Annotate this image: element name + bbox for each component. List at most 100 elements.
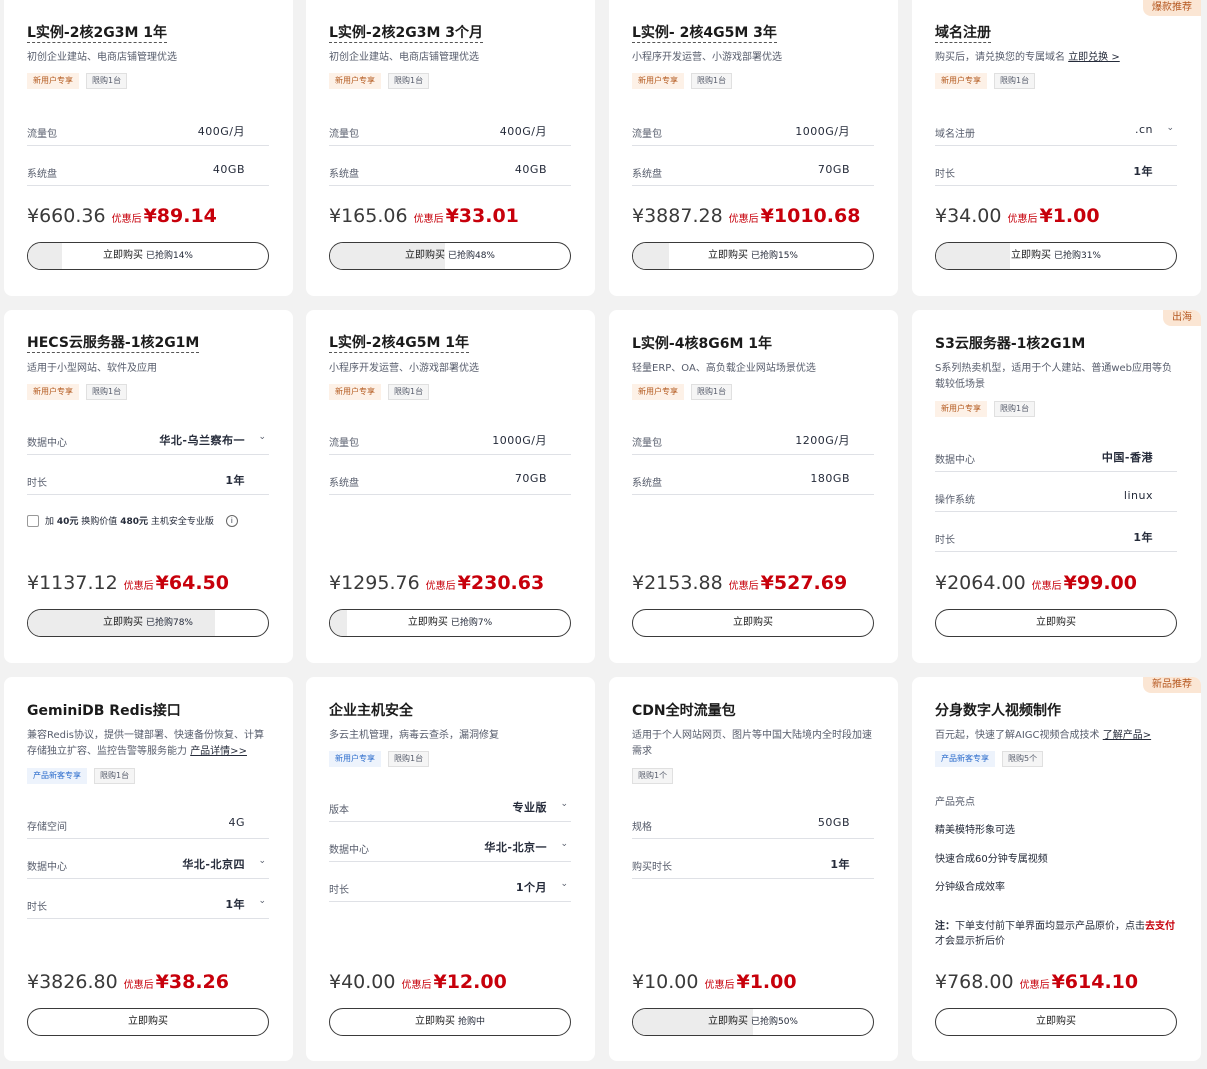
spec-row: 流量包 1000G/月 (632, 123, 874, 146)
card-title[interactable]: S3云服务器-1核2G1M (935, 334, 1085, 354)
product-detail-link[interactable]: 产品详情>> (190, 746, 247, 757)
buy-now-button[interactable]: 立即购买 已抢购31% (935, 242, 1177, 270)
spec-row: 系统盘 40GB (27, 163, 269, 186)
spec-row: 时长 1年 (935, 163, 1177, 186)
buy-now-button[interactable]: 立即购买 (935, 1008, 1177, 1036)
product-card: GeminiDB Redis接口 兼容Redis协议，提供一键部署、快速备份恢复… (4, 677, 293, 1061)
new-user-tag: 新用户专享 (329, 73, 381, 89)
spec-row: 购买时长 1年 (632, 856, 874, 879)
card-description: 兼容Redis协议，提供一键部署、快速备份恢复、计算存储独立扩容、监控告警等服务… (27, 730, 264, 757)
card-title[interactable]: GeminiDB Redis接口 (27, 701, 181, 721)
price: ¥2153.88 优惠后 ¥527.69 (632, 572, 848, 594)
new-user-tag: 新用户专享 (935, 401, 987, 417)
buy-now-button[interactable]: 立即购买 已抢购7% (329, 609, 571, 637)
chevron-down-icon: ⌄ (560, 879, 568, 889)
datacenter-select[interactable]: 数据中心 华北-北京四 ⌄ (27, 856, 269, 879)
card-title[interactable]: 分身数字人视频制作 (935, 701, 1061, 721)
feature-item: 分钟级合成效率 (935, 882, 1005, 893)
limit-tag: 限购1个 (632, 768, 674, 784)
spec-row: 系统盘 180GB (632, 472, 874, 495)
section-label: 产品亮点 (935, 797, 975, 808)
product-card: 企业主机安全 多云主机管理，病毒云查杀，漏洞修复 新用户专享 限购1台 版本 专业… (306, 677, 595, 1061)
spec-row: 时长 1年 (935, 529, 1177, 552)
price: ¥1137.12 优惠后 ¥64.50 (27, 572, 229, 594)
redeem-now-link[interactable]: 立即兑换 > (1068, 52, 1120, 63)
duration-select[interactable]: 时长 1个月 ⌄ (329, 879, 571, 902)
product-card: L实例-2核2G3M 3个月 初创企业建站、电商店铺管理优选 新用户专享 限购1… (306, 0, 595, 296)
learn-product-link[interactable]: 了解产品> (1103, 730, 1151, 741)
card-title[interactable]: L实例- 2核4G5M 3年 (632, 24, 777, 43)
pay-link[interactable]: 去支付 (1145, 921, 1175, 932)
spec-row: 系统盘 70GB (329, 472, 571, 495)
limit-tag: 限购1台 (86, 73, 128, 89)
datacenter-select[interactable]: 数据中心 华北-乌兰察布一 ⌄ (27, 432, 269, 455)
buy-now-button[interactable]: 立即购买 已抢购48% (329, 242, 571, 270)
card-title[interactable]: L实例-2核2G3M 3个月 (329, 24, 483, 43)
spec-row: 流量包 1200G/月 (632, 432, 874, 455)
buy-now-button[interactable]: 立即购买 (27, 1008, 269, 1036)
buy-now-button[interactable]: 立即购买 已抢购50% (632, 1008, 874, 1036)
buy-now-button[interactable]: 立即购买 抢购中 (329, 1008, 571, 1036)
spec-row: 操作系统 linux (935, 489, 1177, 512)
buy-now-button[interactable]: 立即购买 已抢购78% (27, 609, 269, 637)
addon-checkbox[interactable]: 加 40元 换购价值 480元 主机安全专业版 i (27, 514, 238, 527)
limit-tag: 限购1台 (994, 73, 1036, 89)
card-title[interactable]: L实例-4核8G6M 1年 (632, 334, 772, 354)
card-title[interactable]: 域名注册 (935, 24, 991, 43)
limit-tag: 限购1台 (388, 384, 430, 400)
card-description: 百元起，快速了解AIGC视频合成技术 了解产品> (935, 730, 1152, 741)
new-customer-tag: 产品新客专享 (27, 768, 87, 784)
buy-now-button[interactable]: 立即购买 (935, 609, 1177, 637)
price: ¥40.00 优惠后 ¥12.00 (329, 971, 507, 993)
chevron-down-icon: ⌄ (560, 799, 568, 809)
price: ¥3887.28 优惠后 ¥1010.68 (632, 205, 861, 227)
card-title[interactable]: L实例-2核2G3M 1年 (27, 24, 167, 43)
limit-tag: 限购1台 (388, 73, 430, 89)
buy-now-button[interactable]: 立即购买 已抢购14% (27, 242, 269, 270)
card-title[interactable]: L实例-2核4G5M 1年 (329, 334, 469, 353)
edition-select[interactable]: 版本 专业版 ⌄ (329, 799, 571, 822)
spec-row: 数据中心 中国-香港 (935, 449, 1177, 472)
new-user-tag: 新用户专享 (27, 73, 79, 89)
chevron-down-icon: ⌄ (560, 839, 568, 849)
limit-tag: 限购1台 (388, 751, 430, 767)
domain-select[interactable]: 域名注册 .cn ⌄ (935, 123, 1177, 146)
spec-row: 系统盘 40GB (329, 163, 571, 186)
duration-select[interactable]: 时长 1年 ⌄ (27, 896, 269, 919)
info-icon[interactable]: i (225, 514, 238, 527)
card-description: S系列热卖机型，适用于个人建站、普通web应用等负载较低场景 (935, 363, 1173, 390)
new-user-tag: 新用户专享 (329, 384, 381, 400)
limit-tag: 限购1台 (691, 73, 733, 89)
card-description: 适用于小型网站、软件及应用 (27, 363, 157, 374)
feature-item: 精美模特形象可选 (935, 825, 1015, 836)
product-card: 新品推荐 分身数字人视频制作 百元起，快速了解AIGC视频合成技术 了解产品> … (912, 677, 1201, 1061)
buy-now-button[interactable]: 立即购买 (632, 609, 874, 637)
spec-row: 时长 1年 (27, 472, 269, 495)
spec-row: 流量包 400G/月 (27, 123, 269, 146)
product-card: L实例-4核8G6M 1年 轻量ERP、OA、高负载企业网站场景优选 新用户专享… (609, 310, 898, 663)
limit-tag: 限购1台 (691, 384, 733, 400)
price: ¥10.00 优惠后 ¥1.00 (632, 971, 797, 993)
price: ¥165.06 优惠后 ¥33.01 (329, 205, 519, 227)
card-description: 小程序开发运营、小游戏部署优选 (632, 52, 782, 63)
new-user-tag: 新用户专享 (27, 384, 79, 400)
card-description: 初创企业建站、电商店铺管理优选 (329, 52, 479, 63)
card-title[interactable]: HECS云服务器-1核2G1M (27, 334, 200, 353)
payment-note: 注：下单支付前下单界面均显示产品原价，点击去支付才会显示折后价 (935, 921, 1175, 947)
buy-now-button[interactable]: 立即购买 已抢购15% (632, 242, 874, 270)
new-user-tag: 新用户专享 (935, 73, 987, 89)
card-title[interactable]: 企业主机安全 (329, 701, 413, 721)
new-customer-tag: 产品新客专享 (935, 751, 995, 767)
limit-tag: 限购5个 (1002, 751, 1044, 767)
new-user-tag: 新用户专享 (632, 73, 684, 89)
chevron-down-icon: ⌄ (258, 896, 266, 906)
spec-row: 流量包 400G/月 (329, 123, 571, 146)
limit-tag: 限购1台 (994, 401, 1036, 417)
product-card: L实例-2核2G3M 1年 初创企业建站、电商店铺管理优选 新用户专享 限购1台… (4, 0, 293, 296)
price: ¥2064.00 优惠后 ¥99.00 (935, 572, 1137, 594)
datacenter-select[interactable]: 数据中心 华北-北京一 ⌄ (329, 839, 571, 862)
product-card: 爆款推荐 域名注册 购买后，请兑换您的专属域名 立即兑换 > 新用户专享 限购1… (912, 0, 1201, 296)
checkbox[interactable] (27, 514, 39, 527)
card-title[interactable]: CDN全时流量包 (632, 701, 736, 721)
feature-item: 快速合成60分钟专属视频 (935, 854, 1048, 865)
